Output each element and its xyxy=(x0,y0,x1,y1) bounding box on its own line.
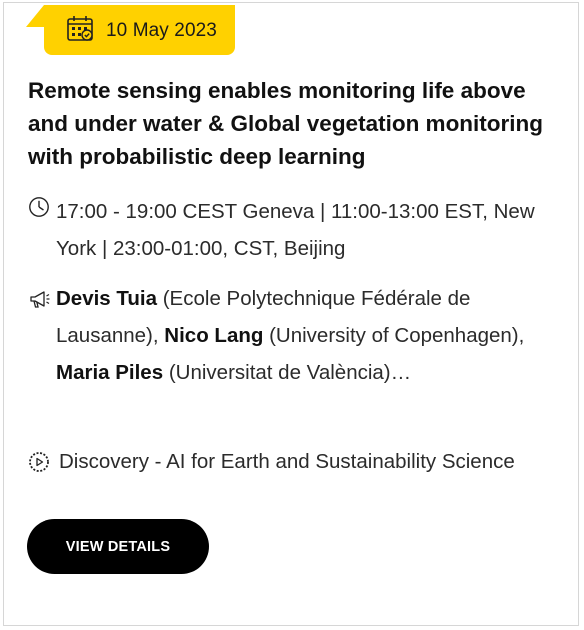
speaker-affiliation: (University of Copenhagen), xyxy=(269,324,525,347)
event-card: 10 May 2023 Remote sensing enables monit… xyxy=(3,2,579,626)
date-badge: 10 May 2023 xyxy=(44,5,235,55)
date-badge-fold xyxy=(26,5,44,27)
speaker-name: Devis Tuia xyxy=(56,287,158,310)
megaphone-icon xyxy=(30,291,50,308)
event-time: 17:00 - 19:00 CEST Geneva | 11:00-13:00 … xyxy=(56,200,535,260)
play-badge-icon xyxy=(29,452,49,472)
view-details-button[interactable]: VIEW DETAILS xyxy=(27,519,209,574)
event-track[interactable]: Discovery - AI for Earth and Sustainabil… xyxy=(59,443,579,480)
event-date: 10 May 2023 xyxy=(106,20,217,41)
speaker-affiliation: (Universitat de València)… xyxy=(168,361,412,384)
event-title[interactable]: Remote sensing enables monitoring life a… xyxy=(28,74,568,173)
event-speakers: Devis Tuia (Ecole Polytechnique Fédérale… xyxy=(56,280,576,391)
speaker-name: Nico Lang xyxy=(164,324,264,347)
calendar-icon xyxy=(67,16,93,41)
speaker-name: Maria Piles xyxy=(56,361,164,384)
clock-icon xyxy=(29,197,49,217)
